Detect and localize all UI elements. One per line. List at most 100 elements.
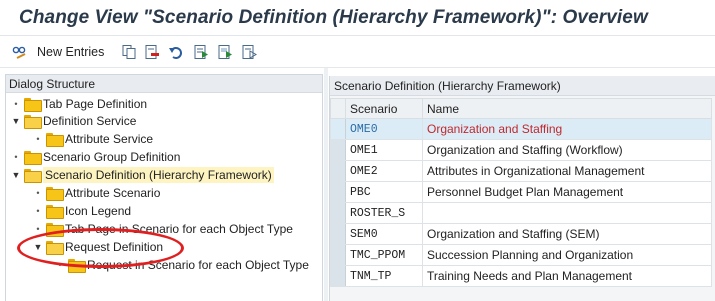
tree-item-label: Tab Page Definition [43,97,148,111]
tree-item-tab-page-definition[interactable]: • Tab Page Definition [11,95,147,113]
select-all-button[interactable] [193,42,209,62]
select-all-icon [193,44,209,60]
name-cell[interactable]: Training Needs and Plan Management [422,265,712,287]
name-cell[interactable]: Attributes in Organizational Management [422,160,712,182]
folder-icon [46,223,64,237]
row-selector[interactable] [330,202,346,224]
tree-item-definition-service[interactable]: ▼ Definition Service [11,112,136,130]
tree-item-label: Request Definition [65,240,164,254]
tree-item-tab-page-in-scenario[interactable]: • Tab Page in Scenario for each Object T… [33,220,293,238]
dialog-structure-header: Dialog Structure [6,75,322,93]
scenario-cell[interactable]: OME0 [345,118,423,140]
folder-icon [24,98,42,112]
folder-open-icon [24,169,42,183]
scenario-cell[interactable]: PBC [345,181,423,203]
folder-icon [46,205,64,219]
scenario-cell[interactable]: ROSTER_S [345,202,423,224]
tree-item-attribute-service[interactable]: • Attribute Service [33,130,153,148]
tree-item-scenario-group-definition[interactable]: • Scenario Group Definition [11,148,180,166]
tree-item-request-in-scenario[interactable]: • Request in Scenario for each Object Ty… [55,256,309,274]
scenario-cell[interactable]: TMC_PPOM [345,244,423,266]
folder-icon [46,187,64,201]
scenario-cell[interactable]: OME1 [345,139,423,161]
select-block-button[interactable] [217,42,233,62]
tree-item-label: Request in Scenario for each Object Type [87,258,309,272]
row-selector[interactable] [330,118,346,140]
bullet-icon: • [36,224,40,234]
select-block-icon [217,44,233,60]
new-entries-label: New Entries [37,45,105,59]
row-selector[interactable] [330,160,346,182]
bullet-icon: • [36,134,40,144]
bullet-icon: • [14,152,18,162]
tree-item-attribute-scenario[interactable]: • Attribute Scenario [33,184,160,202]
row-selector[interactable] [330,223,346,245]
new-entries-button[interactable]: New Entries [12,42,104,62]
folder-open-icon [24,115,42,129]
tree-item-label: Tab Page in Scenario for each Object Typ… [65,222,293,236]
name-cell[interactable]: Organization and Staffing (Workflow) [422,139,712,161]
undo-button[interactable] [168,42,184,62]
table-row[interactable]: TMC_PPOM Succession Planning and Organiz… [330,244,712,266]
expand-arrow-icon[interactable]: ▼ [33,242,43,252]
name-cell[interactable]: Organization and Staffing [422,118,712,140]
scenario-cell[interactable]: TNM_TP [345,265,423,287]
deselect-all-icon [241,44,257,60]
tree-item-label: Attribute Service [65,132,154,146]
scenario-cell[interactable]: SEM0 [345,223,423,245]
bullet-icon: • [58,260,62,270]
dialog-structure-pane: Dialog Structure • Tab Page Definition ▼… [5,74,323,301]
row-selector[interactable] [330,181,346,203]
tree-item-label: Definition Service [43,114,137,128]
row-selector[interactable] [330,244,346,266]
folder-open-icon [46,241,64,255]
tree-item-label: Scenario Group Definition [43,150,181,164]
tree-item-icon-legend[interactable]: • Icon Legend [33,202,131,220]
page-title: Change View "Scenario Definition (Hierar… [19,7,648,28]
copy-icon [121,44,137,60]
row-selector[interactable] [330,265,346,287]
title-bar: Change View "Scenario Definition (Hierar… [0,0,715,36]
name-cell[interactable]: Succession Planning and Organization [422,244,712,266]
folder-icon [46,133,64,147]
glasses-pencil-icon [12,44,28,60]
bullet-icon: • [14,99,18,109]
tree-item-label: Icon Legend [65,204,132,218]
copy-button[interactable] [121,42,137,62]
table-row[interactable]: PBC Personnel Budget Plan Management [330,181,712,203]
table-row[interactable]: OME1 Organization and Staffing (Workflow… [330,139,712,161]
scenario-cell[interactable]: OME2 [345,160,423,182]
expand-arrow-icon[interactable]: ▼ [11,170,21,180]
undo-icon [168,44,184,60]
table-pane: Scenario Definition (Hierarchy Framework… [329,76,715,301]
folder-icon [24,151,42,165]
tree-item-label: Scenario Definition (Hierarchy Framework… [43,167,274,183]
folder-icon [68,259,86,273]
deselect-all-button[interactable] [241,42,257,62]
tree-item-request-definition[interactable]: ▼ Request Definition [33,238,163,256]
column-header-name[interactable]: Name [422,98,712,119]
name-cell[interactable]: Personnel Budget Plan Management [422,181,712,203]
table-title: Scenario Definition (Hierarchy Framework… [330,76,715,96]
table-row[interactable]: SEM0 Organization and Staffing (SEM) [330,223,712,245]
name-cell[interactable] [422,202,712,224]
table-header-row: Scenario Name [330,98,712,119]
select-all-column-header[interactable] [330,98,346,119]
row-selector[interactable] [330,139,346,161]
table-row[interactable]: ROSTER_S [330,202,712,224]
tree-item-scenario-definition[interactable]: ▼ Scenario Definition (Hierarchy Framewo… [11,166,274,184]
bullet-icon: • [36,206,40,216]
delete-icon [144,44,160,60]
table-row[interactable]: OME0 Organization and Staffing [330,118,712,140]
scenario-table: Scenario Name OME0 Organization and Staf… [330,98,712,287]
table-row[interactable]: OME2 Attributes in Organizational Manage… [330,160,712,182]
name-cell[interactable]: Organization and Staffing (SEM) [422,223,712,245]
expand-arrow-icon[interactable]: ▼ [11,116,21,126]
toolbar: New Entries [0,36,715,68]
bullet-icon: • [36,188,40,198]
column-header-scenario[interactable]: Scenario [345,98,423,119]
tree-item-label: Attribute Scenario [65,186,161,200]
table-row[interactable]: TNM_TP Training Needs and Plan Managemen… [330,265,712,287]
pane-splitter[interactable] [324,68,328,301]
delete-button[interactable] [144,42,160,62]
